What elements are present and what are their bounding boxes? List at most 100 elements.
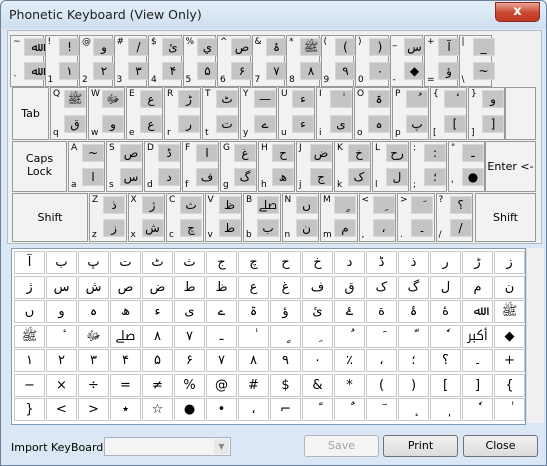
key-b[interactable]: Bb ﷰب bbox=[243, 193, 281, 242]
char-cell[interactable]: ﷰ bbox=[110, 324, 141, 348]
key-e[interactable]: Eeعع bbox=[126, 87, 163, 140]
char-cell[interactable]: $ bbox=[270, 373, 301, 397]
char-cell[interactable]: < bbox=[46, 398, 77, 421]
key-3[interactable]: #3 / ۳ bbox=[113, 35, 150, 87]
char-cell[interactable]: [ bbox=[430, 373, 461, 397]
char-cell[interactable]: ق bbox=[334, 275, 365, 299]
key-w[interactable]: Ww ﷻو bbox=[88, 87, 125, 140]
vertical-scrollbar[interactable] bbox=[526, 248, 544, 423]
char-cell[interactable]: ۱ bbox=[14, 349, 45, 372]
char-cell[interactable]: ٭ bbox=[110, 398, 141, 421]
char-cell[interactable]: ٹ bbox=[142, 251, 173, 274]
key-p[interactable]: Ppُ پ bbox=[392, 87, 429, 140]
key-r[interactable]: Rr ڑر bbox=[164, 87, 201, 140]
chevron-down-icon[interactable]: ▼ bbox=[214, 439, 229, 454]
char-cell[interactable]: غ bbox=[270, 275, 301, 299]
char-cell[interactable]: ڈ bbox=[366, 251, 397, 274]
char-cell[interactable]: ی bbox=[174, 300, 205, 323]
key-g[interactable]: Gg غگ bbox=[220, 141, 257, 192]
char-cell[interactable]: ؤ bbox=[270, 300, 301, 323]
char-cell[interactable]: & bbox=[302, 373, 333, 397]
char-cell[interactable]: × bbox=[46, 373, 77, 397]
char-cell[interactable]: ء bbox=[142, 300, 173, 323]
char-cell[interactable]: ظ bbox=[206, 275, 237, 299]
char-cell[interactable]: ٰ bbox=[238, 324, 269, 348]
key-c[interactable]: Cc ثچ bbox=[166, 193, 204, 242]
char-cell[interactable]: ⌐ bbox=[270, 398, 301, 421]
char-cell[interactable]: ژ bbox=[14, 275, 45, 299]
char-cell[interactable]: ﷻ bbox=[78, 324, 109, 348]
char-cell[interactable]: ّ bbox=[398, 324, 429, 348]
char-cell[interactable]: ل bbox=[430, 275, 461, 299]
char-cell[interactable]: # bbox=[238, 373, 269, 397]
char-cell[interactable]: ٓ bbox=[366, 398, 397, 421]
key-comma[interactable]: <,ِ ، bbox=[358, 193, 396, 242]
char-cell[interactable]: * bbox=[334, 373, 365, 397]
char-cell[interactable]: ٍ bbox=[270, 324, 301, 348]
char-cell[interactable]: ٧ bbox=[174, 324, 205, 348]
key-f[interactable]: Ff اف bbox=[182, 141, 219, 192]
key-semicolon[interactable]: :;: ؛ bbox=[410, 141, 447, 192]
key-i[interactable]: Iiٰ ی bbox=[316, 87, 353, 140]
key-x[interactable]: Xx ژش bbox=[127, 193, 165, 242]
window-close-button[interactable]: x bbox=[495, 2, 540, 22]
key-a[interactable]: Aa ~ ا bbox=[68, 141, 105, 192]
key-v[interactable]: Vv ظط bbox=[204, 193, 242, 242]
char-cell[interactable]: آ bbox=[14, 251, 45, 274]
char-cell[interactable]: ض bbox=[142, 275, 173, 299]
char-cell[interactable]: د bbox=[334, 251, 365, 274]
char-cell[interactable]: ( bbox=[366, 373, 397, 397]
char-cell[interactable]: ۴ bbox=[110, 349, 141, 372]
char-cell[interactable]: ﷺ bbox=[494, 300, 525, 323]
char-cell[interactable]: ت bbox=[110, 251, 141, 274]
key-o[interactable]: Oo ۃہ bbox=[354, 87, 391, 140]
char-cell[interactable]: ۔ bbox=[462, 349, 493, 372]
char-cell[interactable]: ◆ bbox=[494, 324, 525, 348]
char-cell[interactable]: َ bbox=[366, 324, 397, 348]
key-4[interactable]: $4 ئ ۴ bbox=[148, 35, 184, 87]
char-cell[interactable]: } bbox=[14, 398, 45, 421]
char-cell[interactable]: • bbox=[206, 398, 237, 421]
char-cell[interactable]: م bbox=[462, 275, 493, 299]
char-cell[interactable]: ؟ bbox=[430, 349, 461, 372]
key-k[interactable]: Kk خک bbox=[334, 141, 371, 192]
char-cell[interactable]: خ bbox=[302, 251, 333, 274]
key-minus[interactable]: _ - ﺱ ◆ bbox=[389, 35, 426, 87]
char-cell[interactable]: ﷲ bbox=[462, 300, 493, 323]
key-u[interactable]: Uuءء bbox=[278, 87, 315, 140]
char-cell[interactable]: ٪ bbox=[334, 349, 365, 372]
char-cell[interactable]: − bbox=[14, 373, 45, 397]
key-lbracket[interactable]: {[ٔ [ bbox=[430, 87, 467, 140]
char-cell[interactable]: ] bbox=[462, 373, 493, 397]
char-cell[interactable]: ع bbox=[238, 275, 269, 299]
char-cell[interactable]: ذ bbox=[398, 251, 429, 274]
char-cell[interactable]: ) bbox=[398, 373, 429, 397]
key-z[interactable]: Zz ذز bbox=[89, 193, 127, 242]
char-cell[interactable]: ٕ bbox=[398, 398, 429, 421]
char-cell[interactable]: ≠ bbox=[142, 373, 173, 397]
char-cell[interactable]: ھ bbox=[110, 300, 141, 323]
char-cell[interactable]: { bbox=[494, 373, 525, 397]
char-cell[interactable]: ۳ bbox=[78, 349, 109, 372]
key-h[interactable]: Hh حھ bbox=[258, 141, 295, 192]
char-cell[interactable]: پ bbox=[78, 251, 109, 274]
char-cell[interactable]: ، bbox=[366, 349, 397, 372]
char-cell[interactable]: ر bbox=[430, 251, 461, 274]
char-cell[interactable]: ٖ bbox=[430, 398, 461, 421]
char-cell[interactable]: ؛ bbox=[398, 349, 429, 372]
char-cell[interactable]: ٔ bbox=[46, 324, 77, 348]
char-cell[interactable]: ۓ bbox=[334, 300, 365, 323]
tab-key[interactable]: Tab bbox=[12, 87, 49, 140]
char-cell[interactable]: ے bbox=[206, 300, 237, 323]
key-backtick[interactable]: ~ ` ﷲ ﷲ bbox=[10, 35, 46, 87]
char-cell[interactable]: و bbox=[46, 300, 77, 323]
key-s[interactable]: Ss صس bbox=[106, 141, 143, 192]
char-cell[interactable]: ط bbox=[174, 275, 205, 299]
save-button[interactable]: Save bbox=[304, 435, 379, 457]
char-cell[interactable]: ف bbox=[302, 275, 333, 299]
char-cell[interactable]: ، bbox=[238, 398, 269, 421]
key-quote[interactable]: " ' ـ ● bbox=[448, 141, 485, 192]
char-cell[interactable]: ئ bbox=[302, 300, 333, 323]
char-cell[interactable]: ۂ bbox=[398, 300, 429, 323]
char-cell[interactable]: ب bbox=[46, 251, 77, 274]
